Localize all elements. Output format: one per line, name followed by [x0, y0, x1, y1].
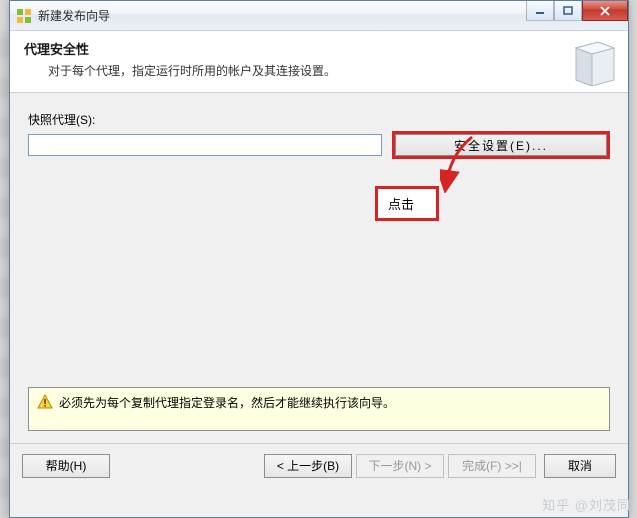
- security-cube-icon: [568, 36, 618, 86]
- back-button[interactable]: < 上一步(B): [264, 454, 352, 478]
- close-button[interactable]: [582, 1, 628, 21]
- page-subtitle: 对于每个代理，指定运行时所用的帐户及其连接设置。: [48, 62, 614, 79]
- cancel-button[interactable]: 取消: [544, 454, 616, 478]
- next-button[interactable]: 下一步(N) >: [356, 454, 444, 478]
- background-blur: [0, 30, 9, 518]
- security-button-highlight: 安全设置(E)...: [392, 131, 610, 159]
- maximize-button[interactable]: [554, 1, 582, 21]
- security-settings-button[interactable]: 安全设置(E)...: [395, 134, 607, 156]
- wizard-content: 快照代理(S): 安全设置(E)... 点击 必须先为每个复制代理指定登录名，然…: [10, 93, 628, 443]
- snapshot-agent-label: 快照代理(S):: [28, 111, 610, 128]
- help-button[interactable]: 帮助(H): [22, 454, 110, 478]
- finish-button[interactable]: 完成(F) >>|: [448, 454, 536, 478]
- warning-icon: [37, 394, 53, 410]
- page-title: 代理安全性: [24, 39, 614, 58]
- nav-button-group: < 上一步(B) 下一步(N) > 完成(F) >>|: [264, 454, 536, 478]
- warning-text: 必须先为每个复制代理指定登录名，然后才能继续执行该向导。: [59, 394, 395, 411]
- maximize-icon: [563, 6, 573, 16]
- titlebar[interactable]: 新建发布向导: [10, 1, 628, 31]
- minimize-button[interactable]: [526, 1, 554, 21]
- window-controls: [526, 1, 628, 21]
- close-icon: [599, 6, 611, 16]
- wizard-header: 代理安全性 对于每个代理，指定运行时所用的帐户及其连接设置。: [10, 31, 628, 93]
- annotation-text: 点击: [388, 197, 414, 212]
- app-icon: [16, 8, 32, 24]
- wizard-footer: 帮助(H) < 上一步(B) 下一步(N) > 完成(F) >>| 取消: [10, 443, 628, 487]
- warning-box: 必须先为每个复制代理指定登录名，然后才能继续执行该向导。: [28, 387, 610, 431]
- window-title: 新建发布向导: [38, 7, 110, 24]
- minimize-icon: [535, 6, 545, 16]
- snapshot-agent-input[interactable]: [28, 134, 382, 156]
- click-annotation: 点击: [375, 186, 439, 221]
- snapshot-agent-row: 安全设置(E)...: [28, 131, 610, 159]
- wizard-window: 新建发布向导 代理安全性 对于每个代理，指定运行时所用的帐户及其连接设置。 快照…: [9, 0, 629, 518]
